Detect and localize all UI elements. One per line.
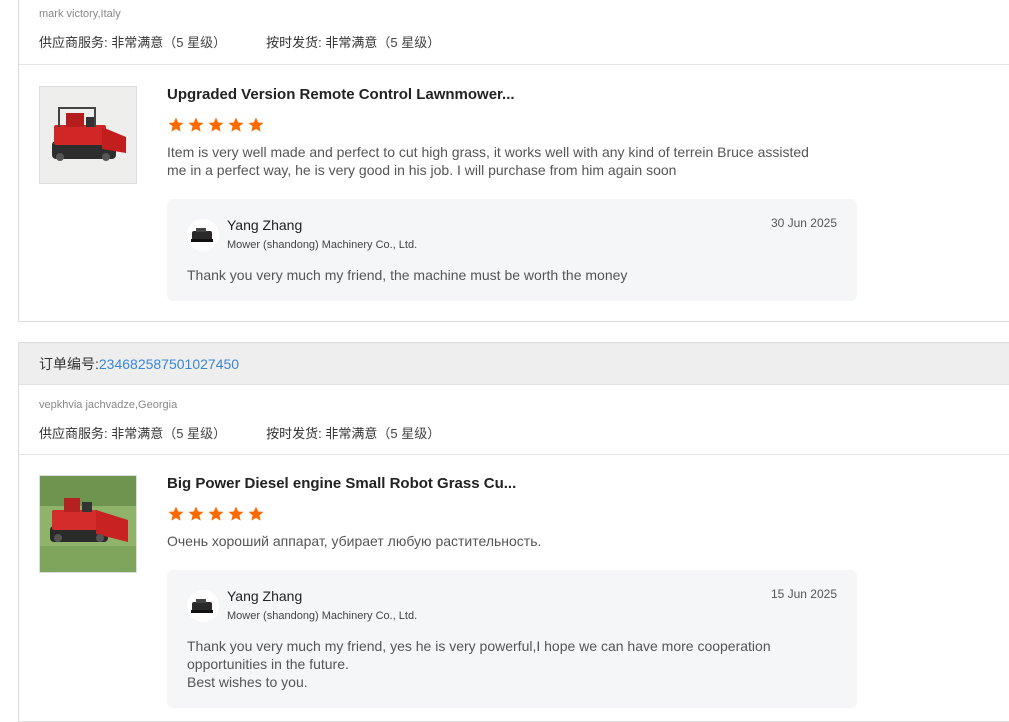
on-time-rating: 按时发货: 非常满意（5 星级） — [266, 423, 440, 442]
on-time-rating: 按时发货: 非常满意（5 星级） — [266, 32, 440, 51]
supplier-service-value: 非常满意 — [111, 35, 164, 50]
avatar — [187, 219, 219, 251]
avatar-logo-icon — [187, 590, 219, 622]
avatar-logo-icon — [187, 219, 219, 251]
star-rating — [167, 505, 265, 523]
reply-date: 30 Jun 2025 — [770, 216, 837, 230]
reply-text: Thank you very much my friend, the machi… — [187, 267, 628, 283]
supplier-service-label: 供应商服务: — [39, 35, 108, 50]
supplier-service-rating: 供应商服务: 非常满意（5 星级） — [39, 32, 226, 51]
order-bar: 订单编号: 234682587501027450 — [19, 343, 1009, 385]
supplier-reply: Yang Zhang Mower (shandong) Machinery Co… — [167, 199, 857, 301]
product-thumbnail[interactable] — [39, 475, 137, 573]
rating-summary: 供应商服务: 非常满意（5 星级） 按时发货: 非常满意（5 星级） — [39, 423, 440, 442]
star-rating — [167, 116, 265, 134]
lawnmower-product-image — [40, 87, 136, 183]
reply-date: 15 Jun 2025 — [770, 587, 837, 601]
divider — [19, 454, 1009, 455]
star-icon — [208, 117, 224, 132]
reply-company[interactable]: Mower (shandong) Machinery Co., Ltd. — [227, 239, 417, 251]
supplier-service-rating: 供应商服务: 非常满意（5 星级） — [39, 423, 226, 442]
product-title-link[interactable]: Upgraded Version Remote Control Lawnmowe… — [167, 86, 515, 103]
star-icon — [188, 506, 204, 521]
star-icon — [228, 506, 244, 521]
supplier-service-value: 非常满意 — [111, 426, 164, 441]
on-time-stars: （5 星级） — [377, 426, 441, 441]
reply-author-name: Yang Zhang — [227, 588, 303, 604]
review-text: Item is very well made and perfect to cu… — [167, 144, 809, 178]
rating-summary: 供应商服务: 非常满意（5 星级） 按时发货: 非常满意（5 星级） — [39, 32, 440, 51]
star-icon — [188, 117, 204, 132]
product-thumbnail[interactable] — [39, 86, 137, 184]
reply-author-name: Yang Zhang — [227, 217, 303, 233]
on-time-value: 非常满意 — [325, 35, 378, 50]
lawnmower-product-image — [40, 476, 136, 572]
supplier-reply: Yang Zhang Mower (shandong) Machinery Co… — [167, 570, 857, 708]
product-title-link[interactable]: Big Power Diesel engine Small Robot Gras… — [167, 475, 516, 492]
star-icon — [168, 506, 184, 521]
supplier-service-label: 供应商服务: — [39, 426, 108, 441]
review-card: mark victory,Italy 供应商服务: 非常满意（5 星级） 按时发… — [18, 0, 1009, 322]
buyer-name: mark victory,Italy — [39, 8, 121, 20]
review-card: 订单编号: 234682587501027450 vepkhvia jachva… — [18, 342, 1009, 722]
on-time-stars: （5 星级） — [377, 35, 441, 50]
order-number-link[interactable]: 234682587501027450 — [99, 356, 239, 372]
on-time-label: 按时发货: — [266, 35, 322, 50]
review-text: Очень хороший аппарат, убирает любую рас… — [167, 533, 542, 549]
star-icon — [168, 117, 184, 132]
on-time-value: 非常满意 — [325, 426, 378, 441]
buyer-name: vepkhvia jachvadze,Georgia — [39, 399, 178, 411]
order-label: 订单编号: — [39, 355, 99, 372]
star-icon — [248, 117, 264, 132]
avatar — [187, 590, 219, 622]
reply-text: Thank you very much my friend, yes he is… — [187, 638, 771, 690]
divider — [19, 64, 1009, 65]
star-icon — [228, 117, 244, 132]
supplier-service-stars: （5 星级） — [163, 35, 227, 50]
on-time-label: 按时发货: — [266, 426, 322, 441]
supplier-service-stars: （5 星级） — [163, 426, 227, 441]
reply-company[interactable]: Mower (shandong) Machinery Co., Ltd. — [227, 610, 417, 622]
star-icon — [208, 506, 224, 521]
star-icon — [248, 506, 264, 521]
